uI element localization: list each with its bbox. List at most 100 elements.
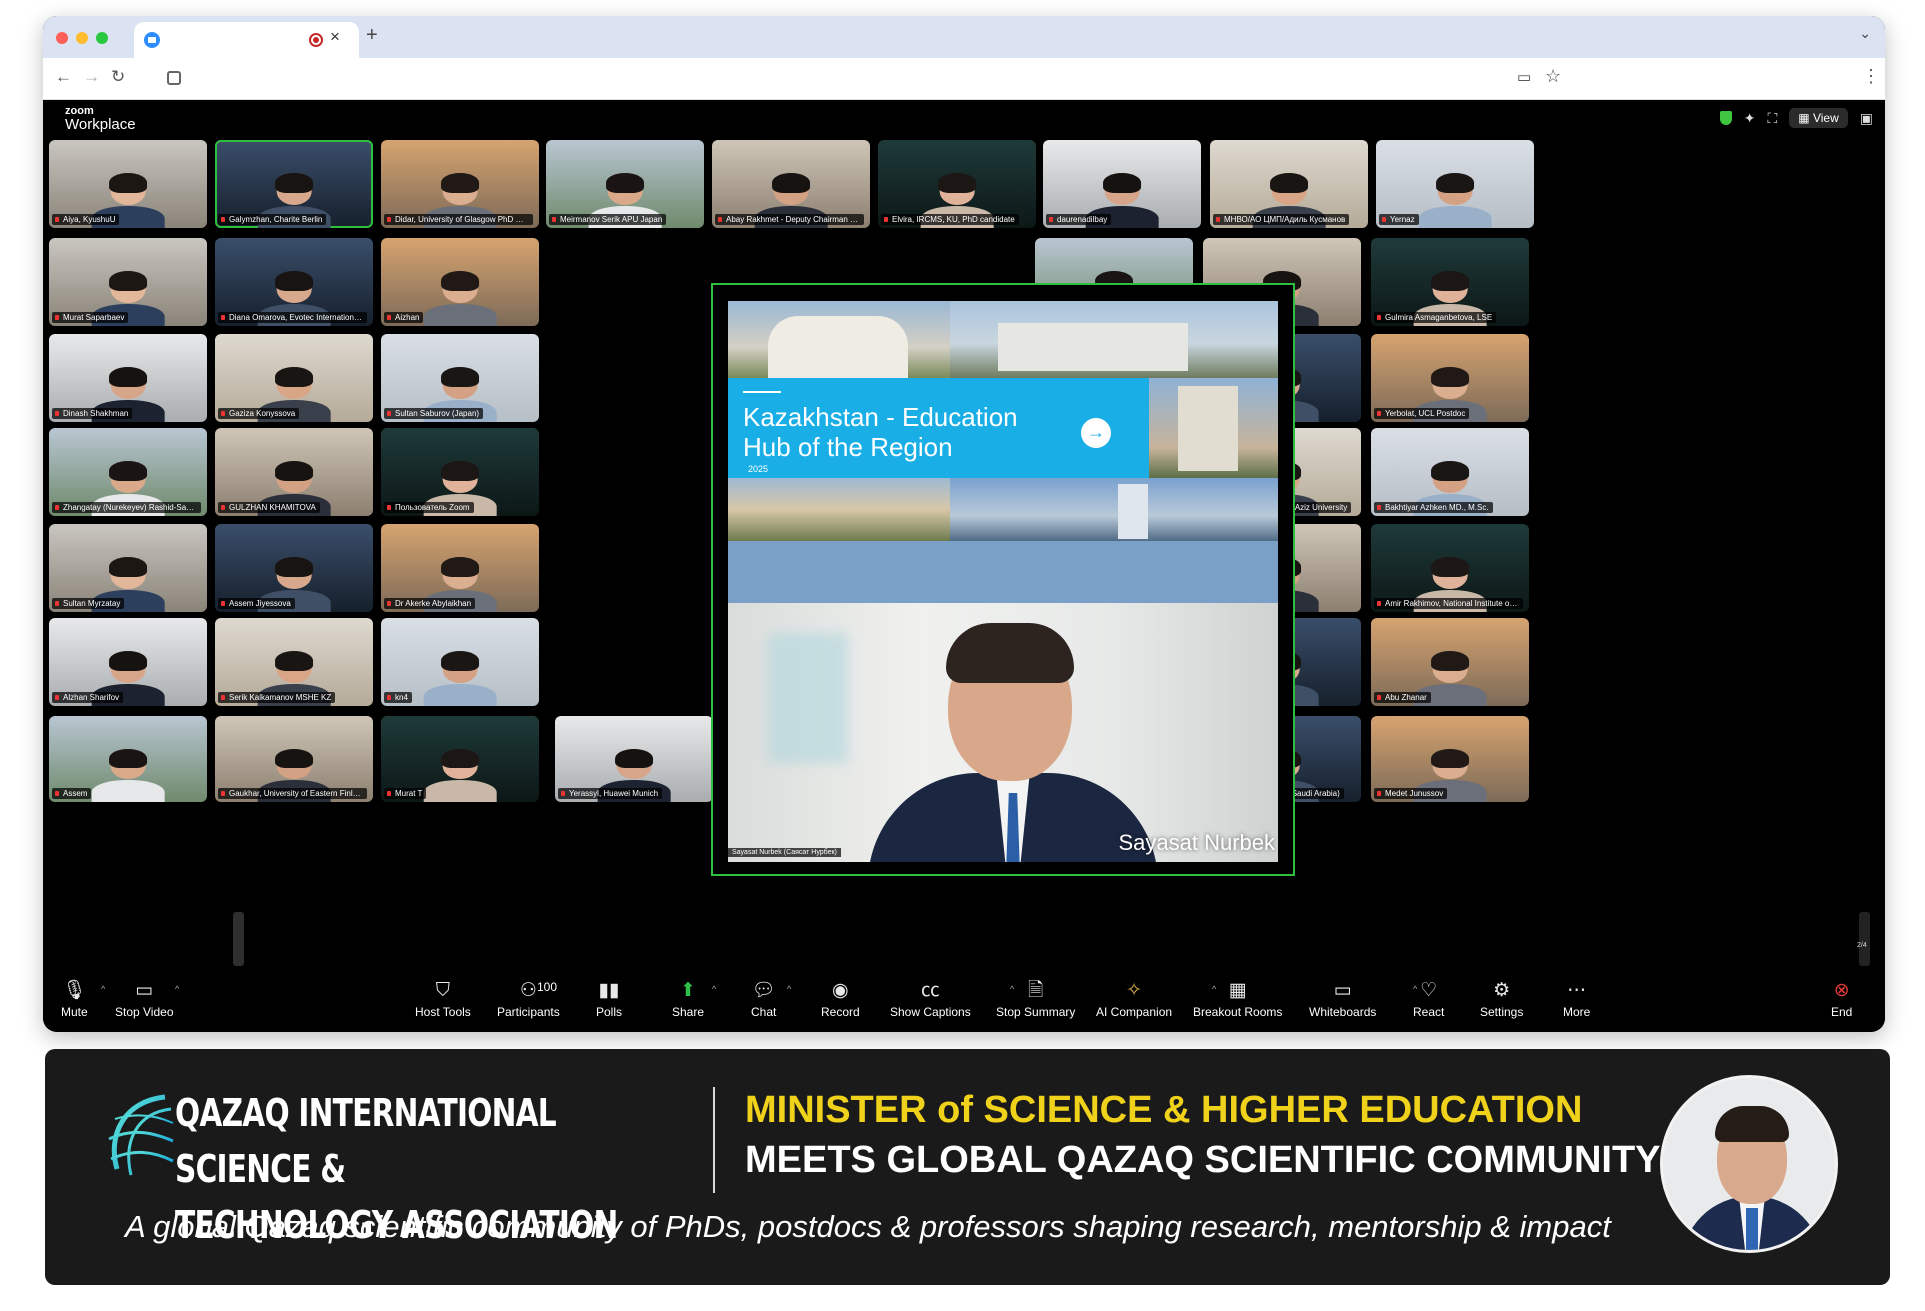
participant-hair [275, 557, 313, 577]
participant-name: Yerassyl, Huawei Munich [558, 788, 663, 799]
participant-tile[interactable]: Dr Akerke Abylaikhan [381, 524, 539, 612]
encryption-shield-icon[interactable] [1719, 111, 1732, 125]
participant-name: Elvira, IRCMS, KU, PhD candidate [881, 214, 1019, 225]
participant-tile[interactable]: Yerassyl, Huawei Munich [555, 716, 713, 802]
more-button[interactable]: ⋯ More [1563, 980, 1590, 1019]
participant-tile[interactable]: Sultan Saburov (Japan) [381, 334, 539, 422]
host-tools-button[interactable]: ⛉ Host Tools [415, 980, 471, 1019]
browser-menu-icon[interactable]: ⋮ [1862, 66, 1880, 87]
chevron-down-icon[interactable]: ⌄ [1859, 25, 1871, 42]
participant-tile[interactable]: Assem [49, 716, 207, 802]
microphone-icon: 🎙︎ [62, 980, 87, 1001]
zoom-logo: zoom Workplace [65, 106, 136, 133]
mute-button[interactable]: 🎙︎ Mute ^ [61, 980, 105, 1019]
minimize-window-button[interactable] [76, 32, 88, 44]
grid-page-right[interactable]: 2/4 [1857, 912, 1870, 966]
brand-bottom: Workplace [65, 116, 136, 133]
participant-hair [1436, 173, 1474, 193]
participant-tile[interactable]: Serik Kalkamanov MSHE KZ [215, 618, 373, 706]
participant-tile[interactable]: Galymzhan, Charite Berlin [215, 140, 373, 228]
active-speaker-tile[interactable]: Kazakhstan - Education Hub of the Region… [711, 283, 1295, 876]
participant-tile[interactable]: kn4 [381, 618, 539, 706]
participant-hair [1431, 461, 1469, 481]
participant-name: kn4 [384, 692, 412, 703]
participant-tile[interactable]: Zhangatay (Nurekeyev) Rashid-Saule [49, 428, 207, 516]
ai-companion-button[interactable]: ✧ AI Companion ^ [1096, 980, 1216, 1019]
participant-tile[interactable]: Elvira, IRCMS, KU, PhD candidate [878, 140, 1036, 228]
participant-hair [1270, 173, 1308, 193]
participant-tile[interactable]: Yerbolat, UCL Postdoc [1371, 334, 1529, 422]
reload-icon[interactable]: ↻ [111, 67, 125, 87]
record-button[interactable]: ◉ Record [821, 980, 860, 1019]
participant-name: Diana Omarova, Evotec International GmbH [218, 312, 367, 323]
polls-button[interactable]: ▮▮ Polls [596, 980, 622, 1019]
participant-tile[interactable]: Murat T [381, 716, 539, 802]
share-button[interactable]: ⬆ Share ^ [672, 980, 716, 1019]
participant-tile[interactable]: Didar, University of Glasgow PhD Candida… [381, 140, 539, 228]
site-settings-icon[interactable] [167, 71, 181, 85]
screen-icon[interactable]: ▣ [1860, 110, 1873, 127]
settings-button[interactable]: ⚙ Settings [1480, 980, 1523, 1019]
bookmark-star-icon[interactable]: ☆ [1545, 66, 1561, 87]
address-bar: ← → ↻ ▭ ☆ ⋮ [43, 58, 1885, 100]
participant-tile[interactable]: Bakhtiyar Azhken MD., M.Sc. [1371, 428, 1529, 516]
participant-tile[interactable]: Meirmanov Serik APU Japan [546, 140, 704, 228]
close-tab-icon[interactable]: × [330, 27, 340, 47]
participant-name: Galymzhan, Charite Berlin [218, 214, 327, 225]
camera-icon[interactable]: ▭ [1517, 68, 1531, 86]
participant-tile[interactable]: Abay Rakhmet - Deputy Chairman of the... [712, 140, 870, 228]
fullscreen-icon[interactable]: ⛶ [1767, 110, 1777, 127]
react-button[interactable]: ♡ React [1413, 980, 1444, 1019]
participant-name: Aizhan [384, 312, 424, 323]
participant-tile[interactable]: daurenadilbay [1043, 140, 1201, 228]
slide-title-box: Kazakhstan - Education Hub of the Region… [728, 378, 1149, 478]
participant-tile[interactable]: Abu Zhanar [1371, 618, 1529, 706]
whiteboards-button[interactable]: ▭ Whiteboards ^ [1309, 980, 1417, 1019]
maximize-window-button[interactable] [96, 32, 108, 44]
participant-name: Dinash Shakhman [52, 408, 133, 419]
participant-tile[interactable]: Aizhan [381, 238, 539, 326]
ai-sparkle-icon[interactable]: ✦ [1744, 110, 1756, 127]
participant-tile[interactable]: Yernaz [1376, 140, 1534, 228]
view-button[interactable]: ▦ View [1789, 108, 1848, 128]
participant-tile[interactable]: Gaukhar, University of Eastern Finland [215, 716, 373, 802]
participants-button[interactable]: ⚇ Participants 100 [497, 980, 560, 1019]
participant-hair [275, 748, 313, 768]
participant-name: Sultan Saburov (Japan) [384, 408, 484, 419]
stop-video-button[interactable]: ▭ Stop Video ^ [115, 980, 179, 1019]
participant-name: Alzhan Sharifov [52, 692, 124, 703]
participant-tile[interactable]: Gulmira Asmaganbetova, LSE [1371, 238, 1529, 326]
chat-button[interactable]: 💬︎ Chat ^ [751, 980, 791, 1019]
new-tab-icon[interactable]: + [366, 24, 378, 47]
participant-tile[interactable]: Aiya, KyushuU [49, 140, 207, 228]
participant-tile[interactable]: Amir Rakhimov, National Institute of Gen… [1371, 524, 1529, 612]
participant-hair [275, 173, 313, 193]
end-button[interactable]: ⊗ End [1831, 980, 1852, 1019]
participant-tile[interactable]: Gaziza Konyssova [215, 334, 373, 422]
participant-hair [1431, 748, 1469, 768]
forward-arrow-icon[interactable]: → [83, 67, 100, 87]
participant-name: Abu Zhanar [1374, 692, 1431, 703]
participant-tile[interactable]: Пользователь Zoom [381, 428, 539, 516]
participant-tile[interactable]: Assem Jiyessova [215, 524, 373, 612]
participant-tile[interactable]: Medet Junussov [1371, 716, 1529, 802]
breakout-rooms-button[interactable]: ▦ Breakout Rooms [1193, 980, 1282, 1019]
participant-tile[interactable]: МНВО/АО ЦМП/Адиль Кусманов [1210, 140, 1368, 228]
browser-tab[interactable]: × [134, 22, 359, 58]
participant-tile[interactable]: Alzhan Sharifov [49, 618, 207, 706]
back-arrow-icon[interactable]: ← [55, 67, 72, 87]
participant-name: Gulmira Asmaganbetova, LSE [1374, 312, 1497, 323]
grid-page-left[interactable] [233, 912, 244, 966]
participant-tile[interactable]: Murat Saparbaev [49, 238, 207, 326]
participant-tile[interactable]: Dinash Shakhman [49, 334, 207, 422]
participant-name: Yerbolat, UCL Postdoc [1374, 408, 1470, 419]
speaker-name-label: Sayasat Nurbek (Саясат Нурбек) [728, 848, 841, 857]
speaker-video [728, 603, 1278, 862]
participant-tile[interactable]: GULZHAN KHAMITOVA [215, 428, 373, 516]
participant-tile[interactable]: Diana Omarova, Evotec International GmbH [215, 238, 373, 326]
participant-tile[interactable]: Sultan Myrzatay [49, 524, 207, 612]
show-captions-button[interactable]: ㏄ Show Captions ^ [890, 980, 1014, 1019]
close-window-button[interactable] [56, 32, 68, 44]
stop-summary-button[interactable]: 🗎 Stop Summary [996, 980, 1075, 1019]
participant-hair [441, 557, 479, 577]
